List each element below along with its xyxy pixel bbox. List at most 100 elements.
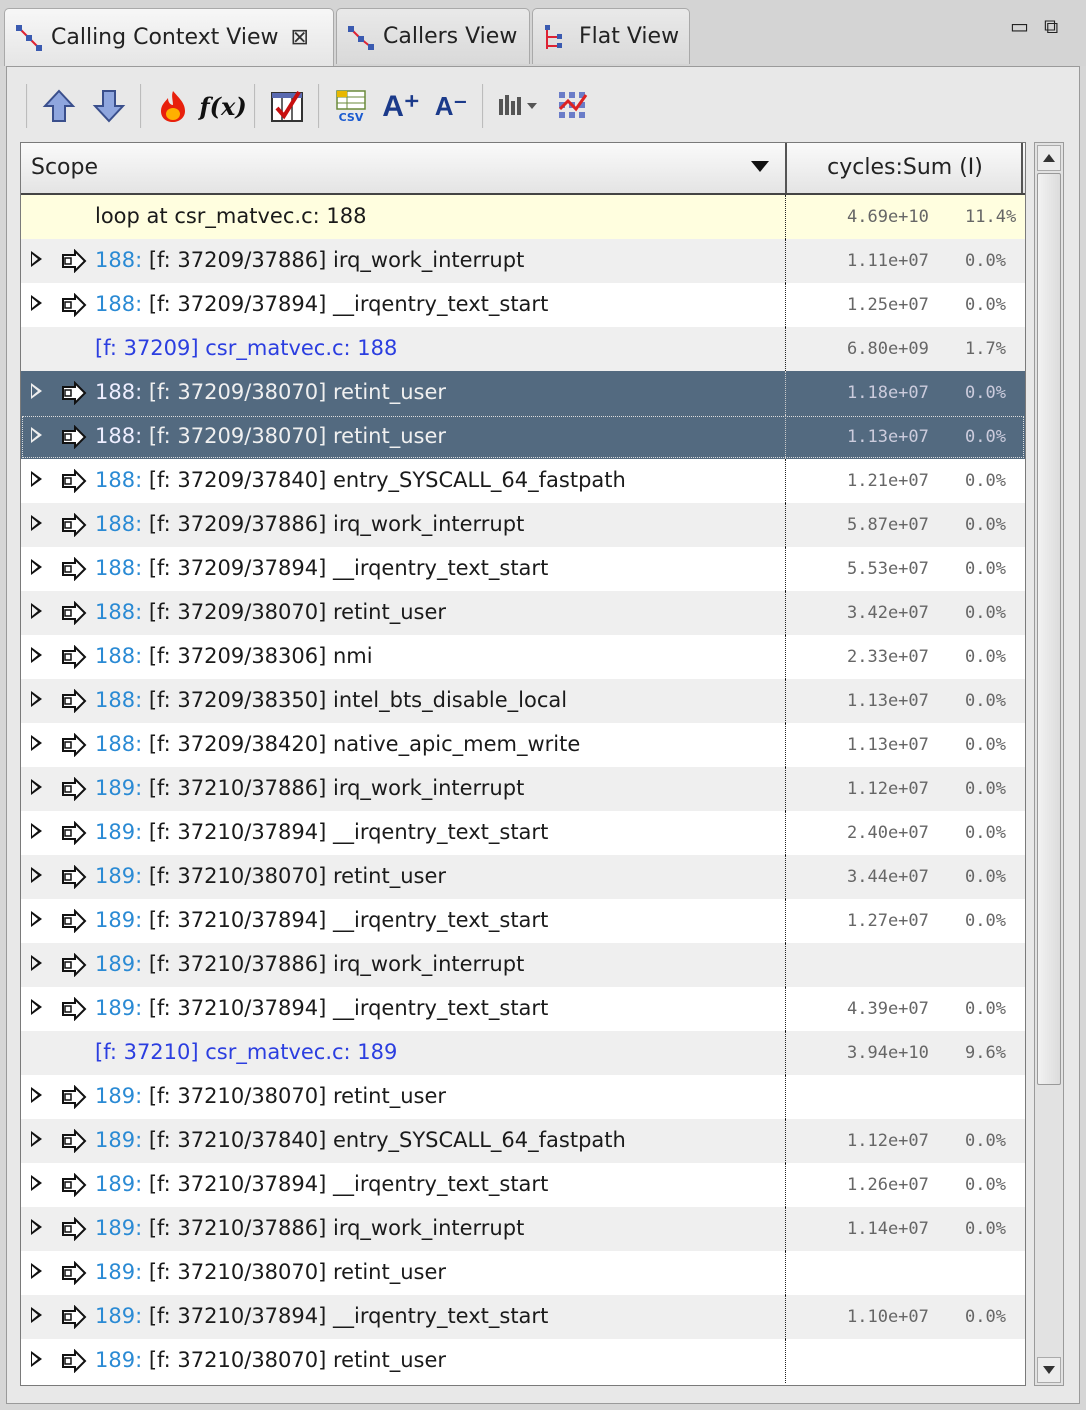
call-site-row[interactable]: 189: [f: 37210/37894] __irqentry_text_st… (21, 1163, 1025, 1207)
statement-row[interactable]: [f: 37209] csr_matvec.c: 188 6.80e+09 1.7% (21, 327, 1025, 371)
call-site-row[interactable]: 189: [f: 37210/37894] __irqentry_text_st… (21, 1295, 1025, 1339)
statement-row[interactable]: [f: 37210] csr_matvec.c: 189 3.94e+10 9.6% (21, 1031, 1025, 1075)
source-file-link[interactable]: [f: 37209] csr_matvec.c: 188 (95, 336, 397, 360)
call-site-arrow-icon[interactable] (61, 864, 91, 890)
source-line-link[interactable]: 189: (95, 908, 142, 932)
call-site-arrow-icon[interactable] (61, 1260, 91, 1286)
hot-path-button[interactable] (151, 84, 195, 128)
call-site-row[interactable]: 188: [f: 37209/38350] intel_bts_disable_… (21, 679, 1025, 723)
cycles-metric-column-header[interactable]: cycles:Sum (I) (787, 155, 1023, 180)
expand-triangle-icon[interactable] (31, 779, 42, 795)
call-site-arrow-icon[interactable] (61, 776, 91, 802)
expand-triangle-icon[interactable] (31, 1307, 42, 1323)
call-site-row[interactable]: 189: [f: 37210/37886] irq_work_interrupt (21, 943, 1025, 987)
call-site-arrow-icon[interactable] (61, 1304, 91, 1330)
expand-triangle-icon[interactable] (31, 1219, 42, 1235)
call-site-row[interactable]: 188: [f: 37209/37894] __irqentry_text_st… (21, 283, 1025, 327)
scope-column-header[interactable]: Scope (31, 155, 98, 180)
call-site-arrow-icon[interactable] (61, 1128, 91, 1154)
expand-triangle-icon[interactable] (31, 1087, 42, 1103)
source-line-link[interactable]: 188: (95, 468, 142, 492)
sort-descending-icon[interactable] (751, 161, 769, 172)
source-line-link[interactable]: 189: (95, 996, 142, 1020)
restore-icon[interactable]: ⧉ (1044, 14, 1058, 38)
call-site-arrow-icon[interactable] (61, 996, 91, 1022)
call-site-row[interactable]: 189: [f: 37210/38070] retint_user 3.44e+0… (21, 855, 1025, 899)
call-site-row[interactable]: 189: [f: 37210/38070] retint_user (21, 1339, 1025, 1383)
call-site-arrow-icon[interactable] (61, 424, 91, 450)
call-site-row[interactable]: 188: [f: 37209/37886] irq_work_interrupt… (21, 239, 1025, 283)
expand-triangle-icon[interactable] (31, 603, 42, 619)
expand-triangle-icon[interactable] (31, 559, 42, 575)
scroll-up-button[interactable] (1037, 145, 1061, 171)
expand-triangle-icon[interactable] (31, 911, 42, 927)
zoom-out-button[interactable] (87, 84, 131, 128)
source-line-link[interactable]: 189: (95, 1348, 142, 1372)
source-line-link[interactable]: 188: (95, 556, 142, 580)
source-line-link[interactable]: 188: (95, 644, 142, 668)
source-line-link[interactable]: 188: (95, 292, 142, 316)
zoom-in-button[interactable] (37, 84, 81, 128)
expand-triangle-icon[interactable] (31, 515, 42, 531)
source-line-link[interactable]: 189: (95, 1304, 142, 1328)
call-site-arrow-icon[interactable] (61, 908, 91, 934)
source-line-link[interactable]: 188: (95, 688, 142, 712)
source-line-link[interactable]: 189: (95, 864, 142, 888)
expand-triangle-icon[interactable] (31, 1131, 42, 1147)
expand-triangle-icon[interactable] (31, 867, 42, 883)
call-site-arrow-icon[interactable] (61, 380, 91, 406)
call-site-arrow-icon[interactable] (61, 248, 91, 274)
vertical-scrollbar[interactable] (1034, 142, 1064, 1386)
scroll-down-button[interactable] (1037, 1357, 1061, 1383)
call-site-arrow-icon[interactable] (61, 292, 91, 318)
call-site-row[interactable]: 189: [f: 37210/38070] retint_user (21, 1075, 1025, 1119)
source-line-link[interactable]: 189: (95, 820, 142, 844)
call-site-arrow-icon[interactable] (61, 468, 91, 494)
source-line-link[interactable]: 188: (95, 248, 142, 272)
show-metrics-button[interactable] (551, 84, 595, 128)
call-site-arrow-icon[interactable] (61, 820, 91, 846)
expand-triangle-icon[interactable] (31, 383, 42, 399)
decrease-font-button[interactable]: A⁻ (429, 84, 473, 128)
call-site-arrow-icon[interactable] (61, 1216, 91, 1242)
source-line-link[interactable]: 189: (95, 952, 142, 976)
call-site-arrow-icon[interactable] (61, 600, 91, 626)
source-line-link[interactable]: 188: (95, 380, 142, 404)
increase-font-button[interactable]: A⁺ (379, 84, 423, 128)
expand-triangle-icon[interactable] (31, 735, 42, 751)
call-site-arrow-icon[interactable] (61, 644, 91, 670)
tab-callers-view[interactable]: Callers View (336, 8, 530, 64)
expand-triangle-icon[interactable] (31, 427, 42, 443)
expand-triangle-icon[interactable] (31, 823, 42, 839)
close-tab-icon[interactable]: ⊠ (290, 25, 308, 50)
source-line-link[interactable]: 189: (95, 1128, 142, 1152)
call-site-row[interactable]: 188: [f: 37209/38306] nmi 2.33e+07 0.0% (21, 635, 1025, 679)
tab-flat-view[interactable]: Flat View (532, 8, 690, 64)
call-site-arrow-icon[interactable] (61, 1172, 91, 1198)
expand-triangle-icon[interactable] (31, 251, 42, 267)
call-site-row[interactable]: 188: [f: 37209/37840] entry_SYSCALL_64_f… (21, 459, 1025, 503)
call-site-arrow-icon[interactable] (61, 512, 91, 538)
expand-triangle-icon[interactable] (31, 1263, 42, 1279)
source-line-link[interactable]: 189: (95, 1260, 142, 1284)
graph-dropdown-button[interactable] (493, 84, 545, 128)
source-line-link[interactable]: 189: (95, 1084, 142, 1108)
source-line-link[interactable]: 188: (95, 512, 142, 536)
call-site-row[interactable]: 189: [f: 37210/38070] retint_user (21, 1251, 1025, 1295)
column-select-button[interactable] (265, 84, 309, 128)
expand-triangle-icon[interactable] (31, 647, 42, 663)
expand-triangle-icon[interactable] (31, 955, 42, 971)
call-site-row[interactable]: 189: [f: 37210/37894] __irqentry_text_st… (21, 899, 1025, 943)
call-site-row[interactable]: 189: [f: 37210/37894] __irqentry_text_st… (21, 987, 1025, 1031)
source-line-link[interactable]: 189: (95, 776, 142, 800)
scrollbar-thumb[interactable] (1037, 173, 1061, 1085)
expand-triangle-icon[interactable] (31, 1351, 42, 1367)
minimize-icon[interactable]: ▭ (1010, 14, 1029, 38)
expand-triangle-icon[interactable] (31, 471, 42, 487)
call-site-row[interactable]: 188: [f: 37209/37886] irq_work_interrupt… (21, 503, 1025, 547)
tab-calling-context-view[interactable]: Calling Context View ⊠ (4, 8, 334, 66)
call-site-row[interactable]: 188: [f: 37209/37894] __irqentry_text_st… (21, 547, 1025, 591)
expand-triangle-icon[interactable] (31, 1175, 42, 1191)
call-site-arrow-icon[interactable] (61, 1348, 91, 1374)
call-site-row[interactable]: 189: [f: 37210/37840] entry_SYSCALL_64_f… (21, 1119, 1025, 1163)
